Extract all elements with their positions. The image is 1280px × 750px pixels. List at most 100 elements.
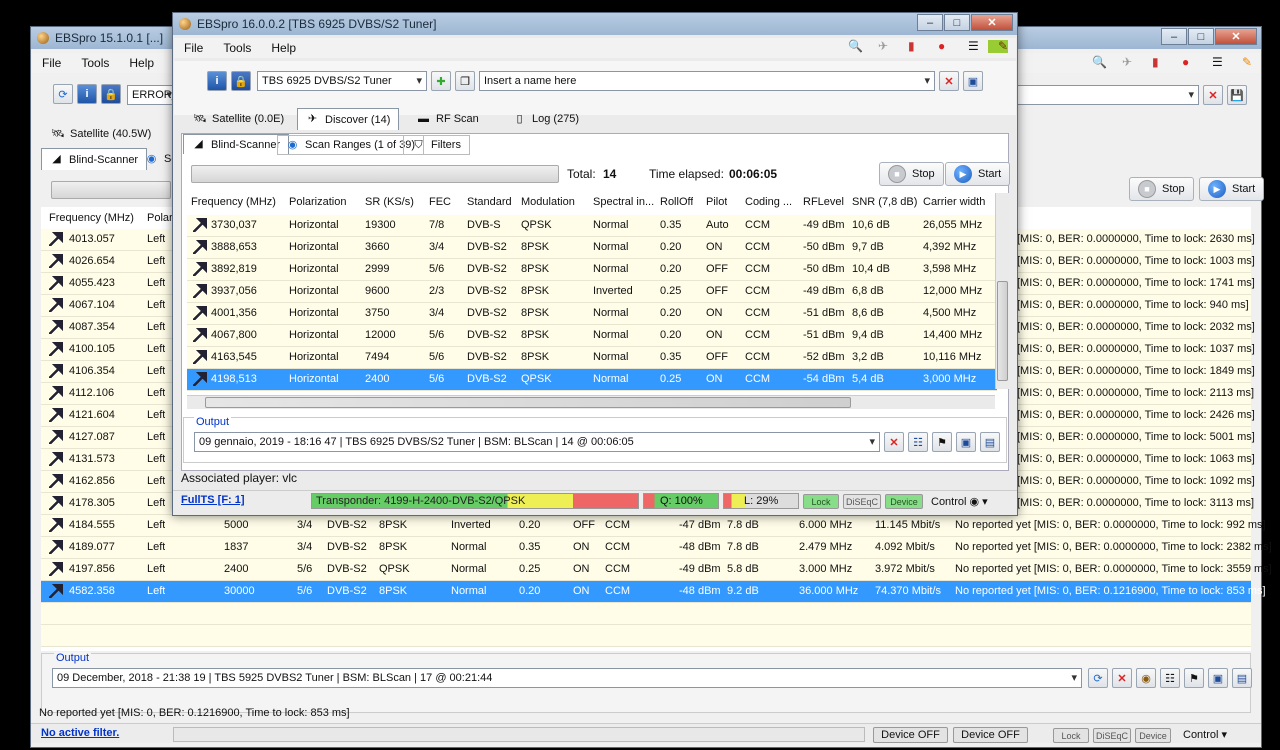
vscroll-thumb[interactable] <box>997 281 1008 381</box>
save-icon[interactable]: ▣ <box>963 71 983 91</box>
grid-vscrollbar[interactable] <box>995 193 1009 389</box>
stop-button[interactable]: ■ Stop <box>879 162 944 186</box>
record-icon[interactable]: ● <box>928 40 948 53</box>
save-icon[interactable]: ▣ <box>1208 668 1228 688</box>
back-stop-button[interactable]: ■ Stop <box>1129 177 1194 201</box>
column-header[interactable]: Spectral in... <box>593 196 654 208</box>
tab-rf-scan[interactable]: ▬ RF Scan <box>409 108 487 130</box>
column-header[interactable]: FEC <box>429 196 451 208</box>
dish-icon[interactable]: ✈ <box>1112 56 1132 69</box>
name-input[interactable]: Insert a name here <box>479 71 935 91</box>
column-header[interactable]: Polarization <box>289 196 346 208</box>
table-row[interactable]: 3730,037 Horizontal 19300 7/8 DVB-S QPSK Norma… <box>187 215 997 237</box>
menu-file[interactable]: File <box>32 56 71 70</box>
start-button[interactable]: ▶ Start <box>945 162 1011 186</box>
minimize-button[interactable]: – <box>917 14 943 31</box>
table-row[interactable]: 4163,545 Horizontal 7494 5/6 DVB-S2 8PSK Norma… <box>187 347 997 369</box>
clear-icon[interactable]: ✕ <box>1203 85 1223 105</box>
subtab-filters[interactable]: ⛉ Filters <box>403 135 470 155</box>
table-row[interactable]: 3892,819 Horizontal 2999 5/6 DVB-S2 8PSK Norma… <box>187 259 997 281</box>
menu-tools[interactable]: Tools <box>213 41 261 55</box>
refresh-icon[interactable]: ⟳ <box>53 84 73 104</box>
copy-icon[interactable]: ❐ <box>455 71 475 91</box>
table-row[interactable]: 3937,056 Horizontal 9600 2/3 DVB-S2 8PSK Inver… <box>187 281 997 303</box>
back-start-button[interactable]: ▶ Start <box>1199 177 1265 201</box>
column-header[interactable]: RollOff <box>660 196 693 208</box>
list-icon[interactable]: ☷ <box>908 432 928 452</box>
info-icon[interactable]: i <box>207 71 227 91</box>
back-output-combo[interactable]: 09 December, 2018 - 21:38 19 | TBS 5925 … <box>52 668 1082 688</box>
chart-icon[interactable]: ▮ <box>898 40 918 53</box>
tab-blind-scanner[interactable]: ◢ Blind-Scanner <box>41 148 148 170</box>
save-icon[interactable]: ▣ <box>956 432 976 452</box>
tab-log[interactable]: ▯ Log (275) <box>505 108 587 130</box>
column-header[interactable]: Standard <box>467 196 512 208</box>
search-icon[interactable]: 🔍 <box>838 40 863 53</box>
delete-icon[interactable]: ✕ <box>884 432 904 452</box>
fullts-link[interactable]: FullTS [F: 1] <box>181 494 245 506</box>
pin-icon[interactable]: ✎ <box>1232 56 1252 69</box>
close-button[interactable]: ✕ <box>1215 28 1257 45</box>
table-row[interactable]: 3888,653 Horizontal 3660 3/4 DVB-S2 8PSK Norma… <box>187 237 997 259</box>
dish-icon[interactable]: ✈ <box>868 40 888 53</box>
list-icon[interactable]: ☰ <box>958 40 979 53</box>
output-combo[interactable]: 09 gennaio, 2019 - 18:16 47 | TBS 6925 D… <box>194 432 880 452</box>
pin-icon[interactable]: ✎ <box>988 40 1008 53</box>
no-filter-link[interactable]: No active filter. <box>41 727 119 739</box>
table-row[interactable]: 4197.856 Left 2400 5/6 DVB-S2 QPSK Normal 0.25 O… <box>41 559 1272 581</box>
lock-icon[interactable]: 🔒 <box>231 71 251 91</box>
subtab-blind-scanner[interactable]: ◢ Blind-Scanner <box>183 134 290 154</box>
tab-satellite[interactable]: 🛰 Satellite (0.0E) <box>185 108 292 130</box>
maximize-button[interactable]: □ <box>1188 28 1214 45</box>
tuner-select[interactable]: TBS 6925 DVBS/S2 Tuner <box>257 71 427 91</box>
tv-icon[interactable]: ▤ <box>1232 668 1252 688</box>
column-header[interactable]: Carrier width <box>923 196 985 208</box>
column-header[interactable]: Pilot <box>706 196 727 208</box>
menu-help[interactable]: Help <box>261 41 306 55</box>
menu-help[interactable]: Help <box>119 56 164 70</box>
chart-icon[interactable]: ▮ <box>1142 56 1162 69</box>
column-header[interactable]: Coding ... <box>745 196 792 208</box>
delete-icon[interactable]: ✕ <box>1112 668 1132 688</box>
save-icon[interactable]: 💾 <box>1227 85 1247 105</box>
table-row[interactable]: 4067,800 Horizontal 12000 5/6 DVB-S2 8PSK Norm… <box>187 325 997 347</box>
table-row[interactable]: 4198,513 Horizontal 2400 5/6 DVB-S2 QPSK Norma… <box>187 369 997 391</box>
grid-hscrollbar[interactable] <box>187 395 995 409</box>
lock-icon[interactable]: 🔒 <box>101 84 121 104</box>
table-row[interactable]: 4189.077 Left 1837 3/4 DVB-S2 8PSK Normal 0.35 O… <box>41 537 1272 559</box>
menu-tools[interactable]: Tools <box>71 56 119 70</box>
control-menu[interactable]: Control ◉ ▾ <box>931 495 988 508</box>
column-header[interactable]: SNR (7,8 dB) <box>852 196 917 208</box>
hscroll-thumb[interactable] <box>205 397 851 408</box>
menu-file[interactable]: File <box>174 41 213 55</box>
column-header[interactable]: Frequency (MHz) <box>191 196 276 208</box>
info-icon[interactable]: i <box>77 84 97 104</box>
list-icon[interactable]: ☰ <box>1202 56 1223 69</box>
globe-icon[interactable]: ◉ <box>1136 668 1156 688</box>
minimize-button[interactable]: – <box>1161 28 1187 45</box>
control-menu[interactable]: Control ▾ <box>1183 728 1227 741</box>
column-header[interactable]: Modulation <box>521 196 575 208</box>
table-row[interactable]: 4001,356 Horizontal 3750 3/4 DVB-S2 8PSK Norma… <box>187 303 997 325</box>
record-icon[interactable]: ● <box>1172 56 1192 69</box>
new-icon[interactable]: ✚ <box>431 71 451 91</box>
cell-mod: 8PSK <box>379 585 408 597</box>
tab-satellite[interactable]: 🛰 Satellite (40.5W) <box>43 123 159 145</box>
maximize-button[interactable]: □ <box>944 14 970 31</box>
tab-discover[interactable]: ✈ Discover (14) <box>297 108 400 130</box>
signal-icon <box>193 350 207 364</box>
column-header[interactable]: RFLevel <box>803 196 844 208</box>
flag-icon[interactable]: ⚑ <box>932 432 952 452</box>
table-row[interactable]: 4184.555 Left 5000 3/4 DVB-S2 8PSK Inverted 0.2… <box>41 515 1266 537</box>
table-row[interactable]: 4582.358 Left 30000 5/6 DVB-S2 8PSK Normal 0.20… <box>41 581 1266 603</box>
tv-icon[interactable]: ▤ <box>980 432 1000 452</box>
column-header[interactable]: SR (KS/s) <box>365 196 414 208</box>
flag-icon[interactable]: ⚑ <box>1184 668 1204 688</box>
clear-icon[interactable]: ✕ <box>939 71 959 91</box>
back-error-combo[interactable]: ERROR_ <box>127 85 177 105</box>
refresh-icon[interactable]: ⟳ <box>1088 668 1108 688</box>
back-name-combo[interactable] <box>1011 85 1199 105</box>
search-icon[interactable]: 🔍 <box>1082 56 1107 69</box>
close-button[interactable]: ✕ <box>971 14 1013 31</box>
list-icon[interactable]: ☷ <box>1160 668 1180 688</box>
